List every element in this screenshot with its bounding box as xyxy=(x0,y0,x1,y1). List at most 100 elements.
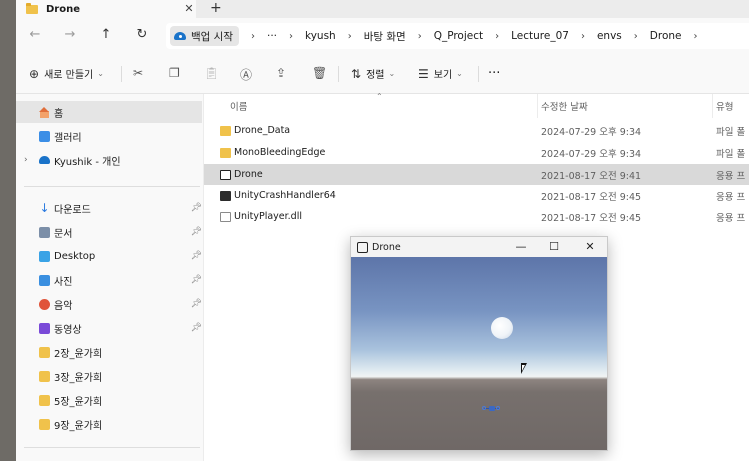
table-row[interactable]: Drone 2021-08-17 오전 9:41 응용 프 xyxy=(204,164,749,185)
sidebar-item-desktop[interactable]: Desktop 📌︎ xyxy=(16,245,202,267)
chevron-right-icon: › xyxy=(347,30,352,42)
column-divider[interactable] xyxy=(712,94,713,118)
drone-game-window[interactable]: Drone — ☐ ✕ xyxy=(350,236,608,451)
chevron-right-icon: › xyxy=(633,30,638,42)
pin-icon[interactable]: 📌︎ xyxy=(191,275,202,285)
chevron-right-icon: › xyxy=(693,30,698,42)
drone-model xyxy=(482,405,502,412)
sidebar-item-label: 9장_윤가희 xyxy=(54,420,103,432)
sidebar-item-downloads[interactable]: ↓ 다운로드 📌︎ xyxy=(16,197,202,219)
sidebar-item-label: 홈 xyxy=(54,108,64,120)
sidebar-item-folder[interactable]: 2장_윤가희 xyxy=(16,341,202,363)
breadcrumb-item[interactable]: kyush xyxy=(305,30,336,42)
sidebar-item-videos[interactable]: 동영상 📌︎ xyxy=(16,317,202,339)
backup-start-button[interactable]: 백업 시작 xyxy=(170,26,239,46)
breadcrumb-item[interactable]: envs xyxy=(597,30,622,42)
photo-icon xyxy=(39,274,50,286)
view-button[interactable]: ☰ 보기 ⌄ xyxy=(418,66,463,82)
rename-icon[interactable]: Ⓐ xyxy=(240,66,252,83)
video-icon xyxy=(39,322,50,334)
sort-button[interactable]: ⇅ 정렬 ⌄ xyxy=(351,66,395,82)
column-header-label: 유형 xyxy=(716,102,734,113)
sidebar-divider xyxy=(24,447,200,448)
sidebar-item-folder[interactable]: 3장_윤가희 xyxy=(16,365,202,387)
chevron-right-icon[interactable]: › xyxy=(24,155,28,165)
column-header-name[interactable]: 이름 xyxy=(230,94,530,118)
delete-trash-icon[interactable]: 🗑︎ xyxy=(312,66,327,80)
sidebar-item-label: Desktop xyxy=(54,250,96,262)
sidebar-item-folder[interactable]: 5장_윤가희 xyxy=(16,389,202,411)
paste-icon[interactable]: 📋︎ xyxy=(204,66,219,80)
sidebar-item-label: 동영상 xyxy=(54,324,82,336)
file-type: 응용 프 xyxy=(716,170,746,182)
table-row[interactable]: UnityCrashHandler64 2021-08-17 오전 9:45 응… xyxy=(204,185,749,206)
maximize-icon[interactable]: ☐ xyxy=(546,240,562,254)
chevron-down-icon: ⌄ xyxy=(456,69,463,78)
more-options-button[interactable]: ··· xyxy=(488,66,500,81)
column-divider[interactable] xyxy=(537,94,538,118)
table-row[interactable]: MonoBleedingEdge 2024-07-29 오후 9:34 파일 폴 xyxy=(204,142,749,163)
sidebar-item-pictures[interactable]: 사진 📌︎ xyxy=(16,269,202,291)
toolbar-divider xyxy=(338,66,339,82)
copy-icon[interactable]: ❐ xyxy=(169,66,180,80)
document-icon xyxy=(39,226,50,238)
breadcrumb-item[interactable]: Q_Project xyxy=(434,30,483,42)
sidebar-item-gallery[interactable]: 갤러리 xyxy=(16,125,202,147)
minimize-icon[interactable]: — xyxy=(513,240,529,254)
chevron-right-icon: › xyxy=(417,30,422,42)
breadcrumb-item[interactable]: 바탕 화면 xyxy=(364,29,406,44)
sidebar-item-label: 갤러리 xyxy=(54,132,82,144)
backup-start-label: 백업 시작 xyxy=(191,30,233,43)
up-arrow-icon[interactable]: ↑ xyxy=(98,27,114,43)
backup-cloud-icon xyxy=(174,32,186,40)
breadcrumb-item[interactable]: Drone xyxy=(650,30,682,42)
address-row: ← → ↑ ↻ 백업 시작 › ··· › kyush › 바탕 화면 › Q_… xyxy=(16,18,749,54)
folder-icon xyxy=(26,2,38,14)
onedrive-cloud-icon xyxy=(39,156,50,164)
gallery-icon xyxy=(39,130,50,142)
folder-icon xyxy=(39,418,50,430)
tab-drone[interactable]: Drone ✕ xyxy=(16,0,196,18)
sidebar-item-music[interactable]: 음악 📌︎ xyxy=(16,293,202,315)
back-arrow-icon[interactable]: ← xyxy=(27,27,43,43)
game-viewport[interactable] xyxy=(351,257,607,450)
sidebar-item-onedrive[interactable]: › Kyushik - 개인 xyxy=(16,149,202,171)
cut-icon[interactable]: ✂ xyxy=(133,66,143,80)
share-icon[interactable]: ⇪ xyxy=(276,66,286,80)
download-icon: ↓ xyxy=(39,200,50,215)
column-header-modified[interactable]: 수정한 날짜 xyxy=(541,94,711,118)
tab-close-icon[interactable]: ✕ xyxy=(182,2,196,15)
file-name: Drone_Data xyxy=(234,125,291,136)
sidebar-item-home[interactable]: 홈 xyxy=(16,101,202,123)
table-row[interactable]: Drone_Data 2024-07-29 오후 9:34 파일 폴 xyxy=(204,120,749,141)
new-tab-button[interactable]: + xyxy=(210,0,222,16)
pin-icon[interactable]: 📌︎ xyxy=(191,323,202,333)
file-name: Drone xyxy=(234,169,263,180)
dll-file-icon xyxy=(220,211,231,222)
chevron-right-icon: › xyxy=(289,30,293,42)
column-header-type[interactable]: 유형 xyxy=(716,94,749,118)
plus-circle-icon: ⊕ xyxy=(29,66,40,81)
sidebar-item-folder[interactable]: 9장_윤가희 xyxy=(16,413,202,435)
desktop-background-strip xyxy=(0,0,16,461)
game-window-titlebar[interactable]: Drone — ☐ ✕ xyxy=(351,237,607,257)
column-header-label: 이름 xyxy=(230,102,248,113)
breadcrumb-more-button[interactable]: ··· xyxy=(267,30,277,42)
refresh-icon[interactable]: ↻ xyxy=(134,27,150,43)
address-bar[interactable]: 백업 시작 › ··· › kyush › 바탕 화면 › Q_Project … xyxy=(166,23,749,49)
file-type: 파일 폴 xyxy=(716,126,746,138)
pin-icon[interactable]: 📌︎ xyxy=(191,203,202,213)
table-row[interactable]: UnityPlayer.dll 2021-08-17 오전 9:45 응용 프 xyxy=(204,206,749,227)
pin-icon[interactable]: 📌︎ xyxy=(191,227,202,237)
sidebar-item-documents[interactable]: 문서 📌︎ xyxy=(16,221,202,243)
pin-icon[interactable]: 📌︎ xyxy=(191,251,202,261)
forward-arrow-icon[interactable]: → xyxy=(62,27,78,43)
sidebar-item-label: 다운로드 xyxy=(54,204,91,216)
unity-crash-handler-icon xyxy=(220,190,231,201)
breadcrumb-item[interactable]: Lecture_07 xyxy=(511,30,569,42)
new-button[interactable]: ⊕ 새로 만들기 ⌄ xyxy=(29,66,104,82)
sidebar-divider xyxy=(24,186,200,187)
chevron-right-icon: › xyxy=(250,30,255,42)
pin-icon[interactable]: 📌︎ xyxy=(191,299,202,309)
close-icon[interactable]: ✕ xyxy=(582,240,598,254)
